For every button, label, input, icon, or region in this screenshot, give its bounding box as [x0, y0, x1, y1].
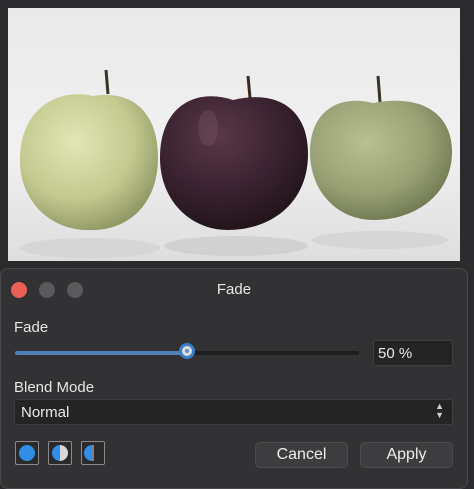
apply-button[interactable]: Apply — [360, 442, 453, 468]
image-preview — [8, 8, 460, 261]
green-apple-left — [19, 94, 159, 231]
dialog-title: Fade — [216, 281, 252, 298]
blend-mode-label: Blend Mode — [14, 379, 95, 396]
fade-slider[interactable] — [15, 343, 359, 359]
full-circle-icon[interactable] — [15, 441, 39, 465]
fade-label: Fade — [14, 319, 49, 336]
blend-mode-select[interactable]: Normal ▲ ▼ — [14, 399, 453, 425]
dark-apple-middle — [160, 96, 308, 231]
half-circle-icon[interactable] — [48, 441, 72, 465]
green-apple-right — [310, 100, 452, 220]
updown-arrows-icon: ▲ ▼ — [435, 401, 444, 420]
split-circle-icon[interactable] — [81, 441, 105, 465]
fade-dialog: Fade Fade 50 % Blend Mode Normal ▲ ▼ Canc… — [0, 268, 468, 489]
blend-mode-value: Normal — [21, 404, 70, 421]
fade-slider-thumb[interactable] — [179, 343, 195, 359]
fade-slider-fill — [15, 351, 187, 355]
cancel-button[interactable]: Cancel — [255, 442, 348, 468]
apple-stem — [104, 69, 110, 95]
fade-value-field[interactable]: 50 % — [373, 340, 453, 366]
